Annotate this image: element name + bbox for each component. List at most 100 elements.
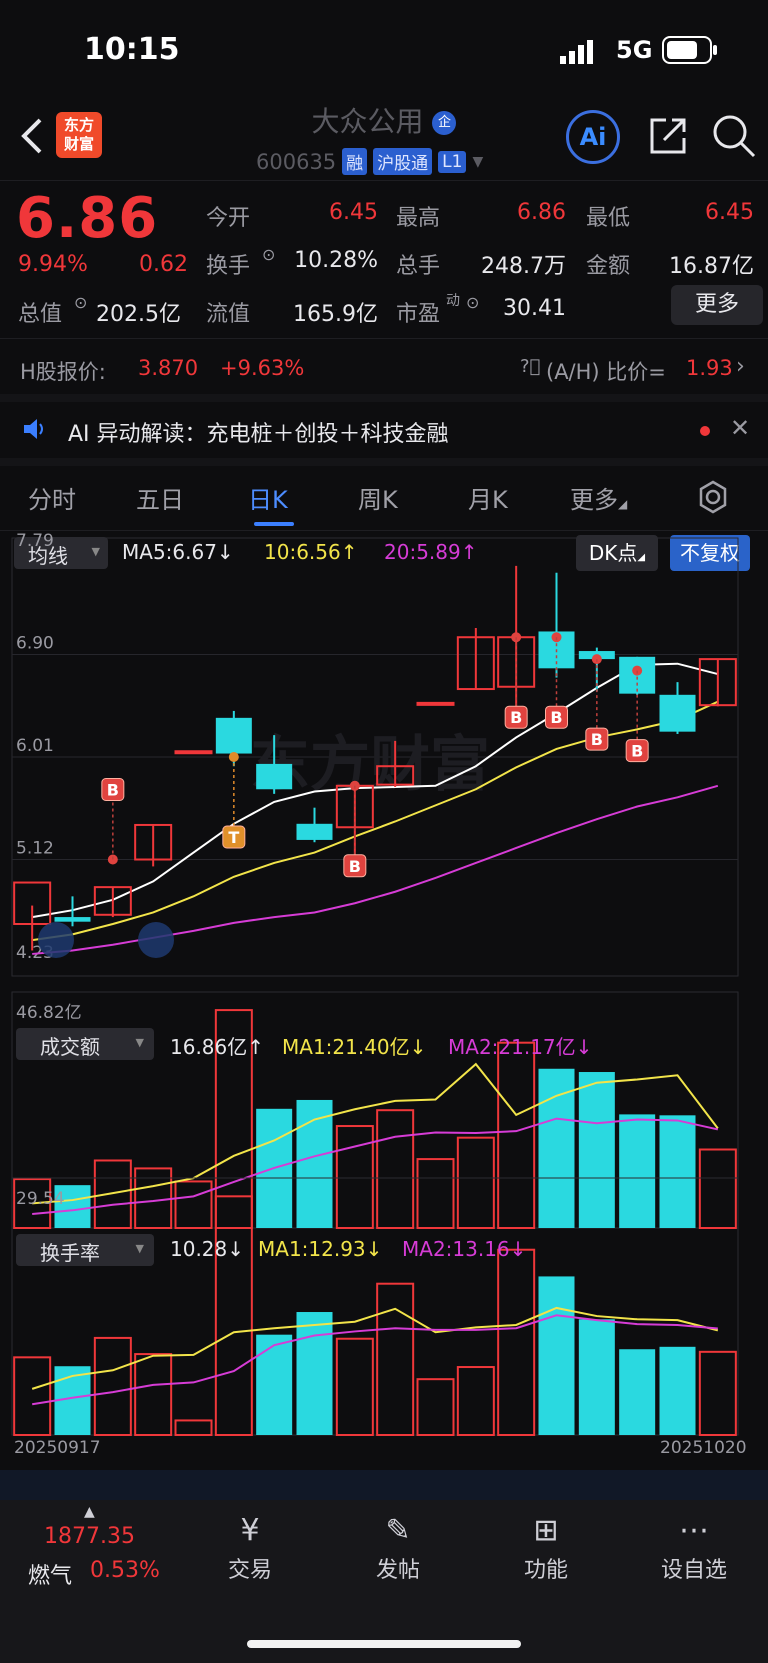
bar (13, 1356, 52, 1436)
turnover-ma1: MA1:12.93↓ (258, 1237, 383, 1261)
tag-connect: 沪股通 (373, 148, 433, 175)
tag-level: L1 (438, 150, 467, 173)
dropdown-icon: ▼ (135, 1036, 144, 1049)
bar (134, 1167, 173, 1230)
nav-watchlist-label: 设自选 (660, 1558, 727, 1583)
draw-tool-button (138, 922, 174, 958)
bar (659, 1346, 696, 1435)
ma20-line (32, 784, 719, 955)
enterprise-badge: 企 (432, 111, 457, 135)
bar (174, 1180, 213, 1230)
volume-value: 248.7万 (481, 254, 566, 279)
float-label: 流值 (206, 302, 251, 327)
y-tick-label: 7.79 (16, 531, 54, 551)
info-icon[interactable]: ⊙ (74, 293, 87, 312)
sector-change[interactable]: 0.53% (90, 1558, 160, 1583)
turnover-indicator-select[interactable]: 换手率 ▼ (16, 1234, 154, 1266)
volume-indicator-label: 成交额 (40, 1035, 100, 1059)
bar (578, 1072, 615, 1228)
ah-ratio-value: 1.93 (686, 356, 733, 380)
share-icon[interactable] (646, 114, 690, 162)
search-icon[interactable] (710, 112, 758, 164)
candle-body (659, 694, 696, 732)
signal-label: B (349, 857, 361, 876)
caret-up-icon: ▲ (84, 1504, 95, 1520)
signal-label: B (550, 708, 562, 727)
sector-index-value[interactable]: 1877.35 (44, 1524, 135, 1549)
candle-body (296, 823, 333, 840)
volume-indicator-select[interactable]: 成交额 ▼ (16, 1028, 154, 1060)
tab-five-day[interactable]: 五日 (136, 480, 184, 515)
bar (93, 1159, 132, 1230)
sector-name[interactable]: 燃气 (28, 1558, 72, 1590)
candle-body (174, 750, 213, 755)
status-time: 10:15 (84, 32, 180, 67)
candle-body (256, 763, 293, 790)
more-dots-icon: ⋯ (679, 1513, 709, 1548)
bar (619, 1349, 656, 1435)
info-icon[interactable]: ⊙ (466, 293, 479, 312)
bar (538, 1276, 575, 1435)
hshare-label: H股报价: (20, 360, 106, 384)
candle-body (416, 701, 455, 706)
bar (497, 1248, 536, 1436)
yen-icon: ¥ (240, 1513, 260, 1548)
y-tick-label: 6.90 (16, 634, 54, 654)
total-value-label: 总值 (18, 302, 63, 327)
tab-more-label: 更多 (570, 486, 618, 514)
pe-dynamic-sup: 动 (446, 293, 460, 309)
ticker-strip (0, 1470, 768, 1500)
chevron-right-icon[interactable]: › (736, 354, 745, 379)
date-end: 20251020 (660, 1438, 747, 1458)
bar (174, 1419, 213, 1437)
change-pct: 9.94% (18, 252, 88, 277)
close-icon[interactable]: ✕ (730, 414, 750, 442)
nav-trade[interactable]: ¥ 交易 (200, 1510, 300, 1584)
edit-icon: ✎ (385, 1513, 411, 1548)
bar (214, 1195, 253, 1436)
nav-post[interactable]: ✎ 发帖 (348, 1510, 448, 1584)
nav-trade-label: 交易 (227, 1558, 272, 1583)
nav-functions-label: 功能 (523, 1558, 568, 1583)
hshare-change: +9.63% (220, 356, 305, 380)
bar (256, 1334, 293, 1435)
bar (416, 1378, 455, 1437)
tab-monthly-k[interactable]: 月K (468, 480, 508, 515)
caret-down-icon: ▼ (472, 153, 484, 170)
nav-functions[interactable]: ⊞ 功能 (496, 1510, 596, 1584)
nav-post-label: 发帖 (375, 1558, 420, 1583)
tab-weekly-k[interactable]: 周K (358, 480, 398, 515)
kline-chart[interactable]: 7.796.906.015.124.23东方财富BTBB BBB46.82亿29.… (0, 530, 768, 1470)
turnover-ma2: MA2:13.16↓ (402, 1237, 527, 1261)
open-label: 今开 (206, 206, 251, 231)
tab-intraday[interactable]: 分时 (28, 480, 76, 515)
bar (335, 1125, 374, 1230)
signal-label: B (510, 708, 522, 727)
tag-margin: 融 (342, 148, 368, 175)
notification-dot (700, 426, 710, 436)
settings-icon[interactable] (696, 480, 730, 518)
ai-banner[interactable]: AI 异动解读：充电桩＋创投＋科技金融 ✕ (0, 402, 768, 458)
bar (296, 1312, 333, 1435)
dropdown-icon: ▼ (135, 1242, 144, 1255)
signal-icon (560, 40, 600, 68)
more-button[interactable]: 更多 (671, 285, 763, 325)
bar (134, 1353, 173, 1437)
signal-label: B (107, 781, 119, 800)
battery-icon (662, 36, 718, 68)
ai-banner-text: AI 异动解读：充电桩＋创投＋科技金融 (68, 422, 449, 447)
bar (698, 1350, 737, 1436)
ai-button[interactable]: Ai (566, 110, 620, 164)
help-icon[interactable]: ?⃝ (520, 356, 540, 377)
current-price: 6.86 (16, 186, 159, 251)
info-icon[interactable]: ⊙ (262, 245, 275, 264)
tab-daily-k[interactable]: 日K (248, 480, 288, 515)
stock-code-row[interactable]: 600635 融 沪股通 L1 ▼ (256, 148, 483, 175)
bar (93, 1336, 132, 1437)
tab-more[interactable]: 更多◢ (570, 480, 627, 515)
volume-label: 总手 (396, 254, 441, 279)
nav-watchlist[interactable]: ⋯ 设自选 (644, 1510, 744, 1584)
active-tab-indicator (254, 522, 294, 526)
bar (456, 1366, 495, 1436)
date-start: 20250917 (14, 1438, 101, 1458)
